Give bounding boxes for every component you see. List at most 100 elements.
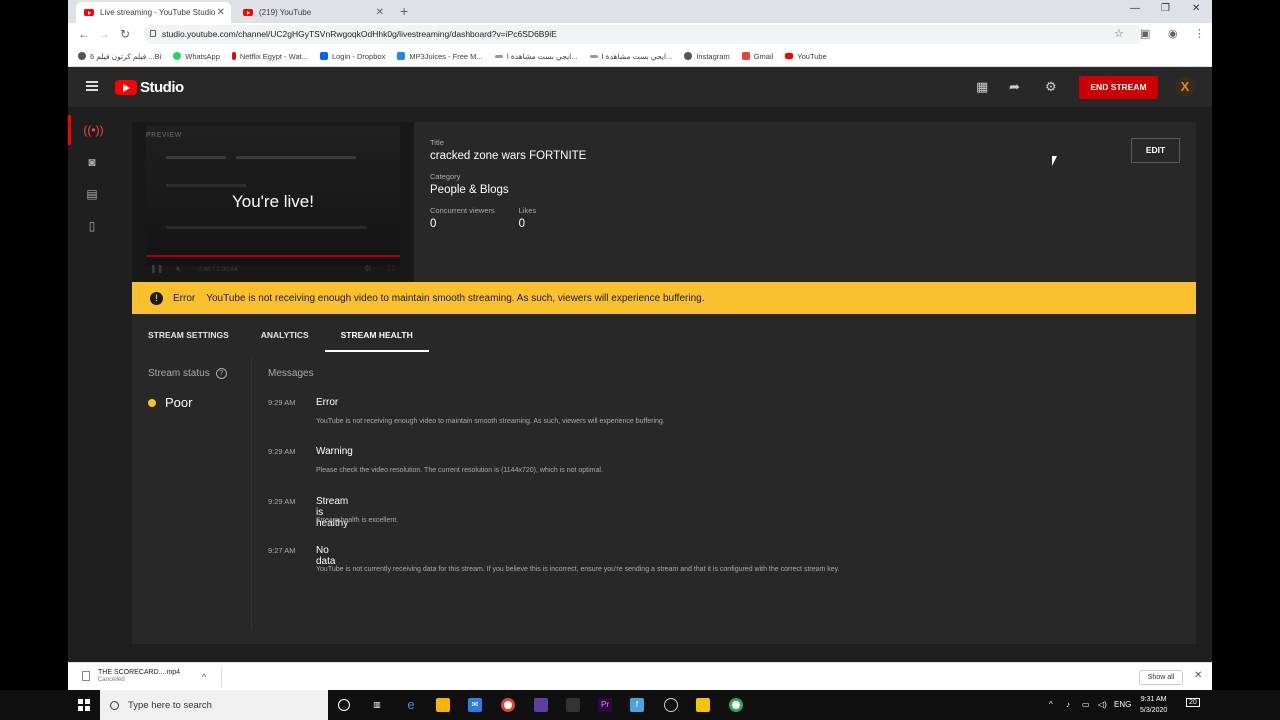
tab-title: Live streaming - YouTube Studio [100, 8, 216, 17]
edge-icon[interactable]: e [404, 698, 418, 712]
site-icon [494, 54, 503, 58]
stream-preview[interactable]: PREVIEW You're live! ❚❚ 🔇︎ 0:46 / 1:00:4… [132, 122, 414, 282]
main-panel: PREVIEW You're live! ❚❚ 🔇︎ 0:46 / 1:00:4… [132, 122, 1196, 644]
chrome-icon[interactable] [501, 698, 515, 712]
search-icon [110, 700, 119, 710]
notification-icon[interactable]: 20 [1186, 698, 1200, 707]
windows-start-icon[interactable] [78, 699, 90, 711]
taskbar-search[interactable]: Type here to search [100, 690, 328, 720]
bookmark[interactable]: MP3Juices - Free M... [397, 52, 483, 61]
explorer-icon[interactable] [436, 698, 450, 712]
volume-icon[interactable]: ◁) [1098, 700, 1107, 709]
chevron-up-icon[interactable]: ^ [202, 672, 206, 682]
share-icon[interactable]: ➦ [1009, 79, 1020, 95]
maximize-icon[interactable]: ❐ [1161, 3, 1170, 14]
app-icon[interactable] [534, 698, 548, 712]
dashboard-tabs: STREAM SETTINGS ANALYTICS STREAM HEALTH [132, 322, 429, 352]
studio-logo[interactable]: Studio [115, 79, 184, 96]
broadcast-icon: ((•)) [83, 123, 104, 137]
pause-icon[interactable]: ❚❚ [150, 264, 163, 273]
reload-icon[interactable]: ↻ [120, 27, 130, 41]
bookmark[interactable]: Instagram [684, 52, 730, 61]
window-close-icon[interactable]: ✕ [1192, 3, 1200, 14]
lock-icon [150, 30, 156, 37]
help-icon[interactable]: ? [215, 368, 227, 379]
extension-icon[interactable]: ▣ [1140, 27, 1150, 40]
forward-icon[interactable]: → [98, 27, 110, 41]
clock[interactable]: 9:31 AM 5/3/2020 [1140, 694, 1167, 716]
bookmark[interactable]: ايجي بست مشاهدة ا... [589, 52, 672, 61]
gear-icon[interactable]: ⚙ [1045, 79, 1057, 95]
message-body: YouTube is not currently receiving data … [316, 565, 840, 573]
message-time: 9:29 AM [268, 398, 296, 407]
youtube-favicon-icon [84, 9, 94, 16]
stream-status-value: Poor [148, 395, 227, 410]
bookmark[interactable]: Login - Dropbox [319, 52, 385, 61]
tab-youtube[interactable]: (219) YouTube ✕ [235, 2, 390, 23]
stream-status: Stream status ? Poor [148, 368, 227, 410]
sidebar-item-webcam[interactable]: ◙ [68, 147, 116, 177]
bookmark[interactable]: فيلم كرتون فيلم 6 ...Bi [78, 52, 161, 61]
mute-icon[interactable]: 🔇︎ [176, 264, 181, 274]
folder-icon[interactable] [696, 698, 710, 712]
sidebar-item-manage[interactable]: ▤ [68, 179, 116, 209]
chevron-up-icon[interactable]: ^ [1049, 700, 1053, 709]
close-icon[interactable]: ✕ [1194, 670, 1202, 681]
language-indicator[interactable]: ENG [1114, 700, 1131, 709]
tab-stream-settings[interactable]: STREAM SETTINGS [132, 322, 245, 352]
microphone-icon[interactable]: ♪ [1066, 700, 1070, 709]
youtube-logo-icon [115, 80, 137, 95]
bookmark[interactable]: ايجي بست مشاهدة ا... [494, 52, 578, 61]
edit-button[interactable]: EDIT [1131, 138, 1180, 163]
tab-analytics[interactable]: ANALYTICS [245, 322, 325, 352]
tab-title: (219) YouTube [259, 8, 312, 17]
bookmark[interactable]: Netflix Egypt - Wat... [231, 52, 308, 61]
sidebar-item-stream[interactable]: ((•)) [68, 115, 116, 145]
close-icon[interactable]: ✕ [217, 7, 225, 18]
settings-icon[interactable]: ⚙ [364, 264, 371, 273]
sidebar-item-mobile[interactable]: ▯ [68, 211, 116, 241]
app-icon[interactable]: f [630, 698, 644, 712]
message-title: Error [316, 397, 339, 408]
bookmark[interactable]: YouTube [785, 52, 827, 61]
download-bar: THE SCORECARD....mp4 Cancelled ^ Show al… [68, 662, 1212, 690]
bookmark[interactable]: Gmail [741, 52, 773, 61]
stream-category: People & Blogs [430, 184, 509, 196]
close-icon[interactable]: ✕ [376, 7, 384, 18]
show-all-button[interactable]: Show all [1139, 670, 1183, 685]
address-bar[interactable]: studio.youtube.com/channel/UC2gHGyTSVnRw… [144, 25, 1144, 44]
cortana-icon[interactable] [338, 699, 350, 711]
bookmark[interactable]: WhatsApp [173, 52, 220, 61]
preview-time: 0:46 / 1:00:44 [198, 266, 238, 273]
app-icon[interactable] [566, 698, 580, 712]
download-item[interactable]: THE SCORECARD....mp4 Cancelled [82, 669, 180, 683]
status-dot-icon [148, 398, 156, 407]
youtube-favicon-icon [243, 9, 253, 16]
network-icon[interactable]: ▭ [1082, 700, 1090, 709]
message-body: Please check the video resolution. The c… [316, 467, 603, 475]
fullscreen-icon[interactable]: ⛶ [388, 264, 394, 274]
avatar[interactable]: X [1175, 77, 1195, 97]
message-title: Stream is healthy [316, 495, 349, 529]
tab-youtube-studio[interactable]: Live streaming - YouTube Studio ✕ [76, 2, 231, 23]
star-icon[interactable]: ☆ [1114, 27, 1124, 40]
preview-progress [146, 255, 400, 257]
mail-icon[interactable]: ✉ [468, 698, 482, 712]
new-tab-button[interactable]: + [400, 3, 408, 19]
menu-icon[interactable] [86, 81, 98, 91]
chrome-icon[interactable] [729, 698, 743, 712]
profile-icon[interactable]: ◉ [1168, 27, 1178, 40]
obs-icon[interactable] [664, 698, 678, 712]
minimize-icon[interactable]: — [1130, 3, 1140, 14]
end-stream-button[interactable]: END STREAM [1079, 76, 1158, 99]
file-icon [82, 671, 90, 681]
tab-stream-health[interactable]: STREAM HEALTH [324, 322, 429, 352]
gmail-icon [741, 52, 750, 60]
message-time: 9:29 AM [268, 447, 296, 457]
premiere-icon[interactable]: Pr [598, 698, 612, 712]
back-icon[interactable]: ← [78, 27, 90, 41]
more-icon[interactable]: ⋮ [1194, 27, 1205, 40]
clapperboard-icon[interactable]: ▦ [976, 79, 988, 95]
banner-title: Error [173, 292, 196, 304]
task-view-icon[interactable]: ▥ [370, 698, 384, 712]
